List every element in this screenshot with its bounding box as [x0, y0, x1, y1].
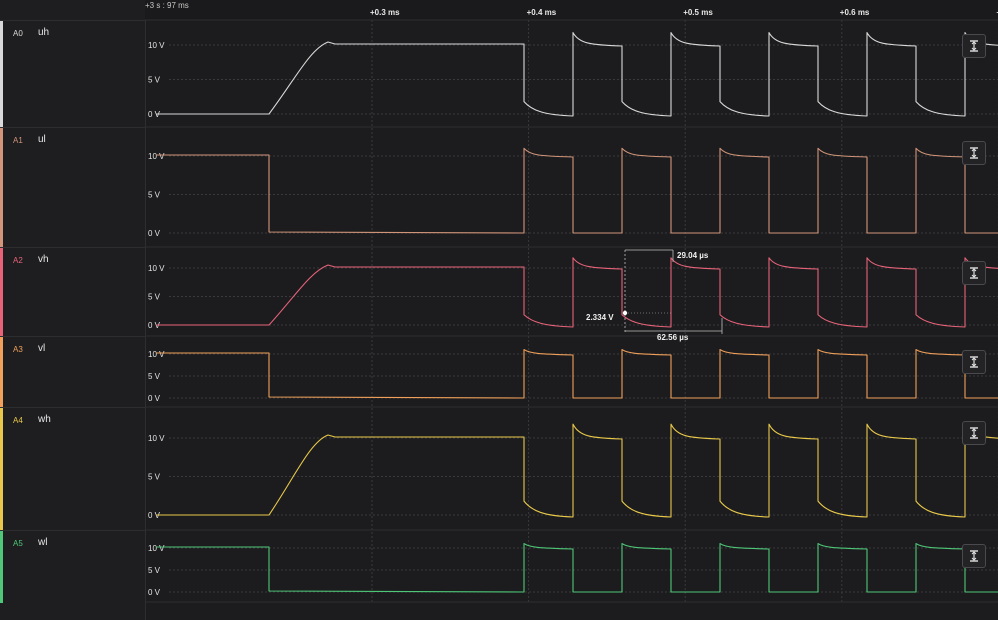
channel-scale-button[interactable]	[962, 34, 986, 58]
channel-id: A4	[13, 416, 23, 425]
voltage-label: 5 V	[148, 76, 161, 85]
voltage-label: 10 V	[148, 152, 165, 161]
waveform-ul	[156, 147, 998, 234]
channel-scale-button[interactable]	[962, 544, 986, 568]
channel-id: A5	[13, 539, 23, 548]
voltage-label: 0 V	[148, 588, 161, 597]
voltage-label: 10 V	[148, 350, 165, 359]
voltage-label: 5 V	[148, 293, 161, 302]
waveform-wl	[156, 543, 998, 593]
channel-id: A3	[13, 345, 23, 354]
voltage-label: 0 V	[148, 229, 161, 238]
channel-scale-button[interactable]	[962, 350, 986, 374]
channel-row-vh[interactable]: A2 vh	[0, 247, 145, 337]
waveform-area[interactable]: 10 V5 V0 V10 V5 V0 V10 V5 V0 V10 V5 V0 V…	[145, 0, 998, 620]
channel-row-wl[interactable]: A5 wl	[0, 530, 145, 603]
channel-name: vl	[38, 343, 46, 354]
channel-row-uh[interactable]: A0 uh	[0, 20, 145, 128]
waveform-vl	[156, 349, 998, 399]
channel-color-bar	[0, 21, 3, 128]
channel-row-ul[interactable]: A1 ul	[0, 127, 145, 248]
channel-color-bar	[0, 337, 3, 408]
voltage-measurement: 2.334 V	[583, 312, 617, 323]
vertical-scale-icon	[970, 147, 978, 159]
vertical-scale-icon	[970, 267, 978, 279]
voltage-label: 10 V	[148, 264, 165, 273]
period-measurement: 62.56 µs	[657, 333, 689, 342]
measurement-point	[622, 310, 628, 316]
channel-color-bar	[0, 248, 3, 337]
voltage-label: 5 V	[148, 372, 161, 381]
voltage-label: 5 V	[148, 566, 161, 575]
voltage-label: 5 V	[148, 191, 161, 200]
voltage-label: 0 V	[148, 394, 161, 403]
channel-name: wl	[38, 537, 48, 548]
channel-id: A1	[13, 136, 23, 145]
voltage-label: 5 V	[148, 473, 161, 482]
channel-name: uh	[38, 27, 50, 38]
pulse-width-measurement: 29.04 µs	[677, 251, 709, 260]
logic-analyzer-app: +3 s : 97 ms +0.3 ms +0.4 ms +0.5 ms +0.6 m…	[0, 0, 998, 620]
channel-color-bar	[0, 128, 3, 248]
voltage-label: 10 V	[148, 434, 165, 443]
channel-scale-button[interactable]	[962, 421, 986, 445]
channel-id: A2	[13, 256, 23, 265]
channel-name: ul	[38, 134, 46, 145]
channel-name: vh	[38, 254, 49, 265]
channel-scale-button[interactable]	[962, 141, 986, 165]
channel-name: wh	[38, 414, 51, 425]
channel-row-wh[interactable]: A4 wh	[0, 407, 145, 531]
channel-color-bar	[0, 408, 3, 531]
voltage-label: 10 V	[148, 41, 165, 50]
voltage-label: 10 V	[148, 544, 165, 553]
channel-color-bar	[0, 531, 3, 603]
vertical-scale-icon	[970, 40, 978, 52]
channel-scale-button[interactable]	[962, 261, 986, 285]
vertical-scale-icon	[970, 356, 978, 368]
channel-id: A0	[13, 29, 23, 38]
vertical-scale-icon	[970, 550, 978, 562]
channel-row-vl[interactable]: A3 vl	[0, 336, 145, 408]
vertical-scale-icon	[970, 427, 978, 439]
